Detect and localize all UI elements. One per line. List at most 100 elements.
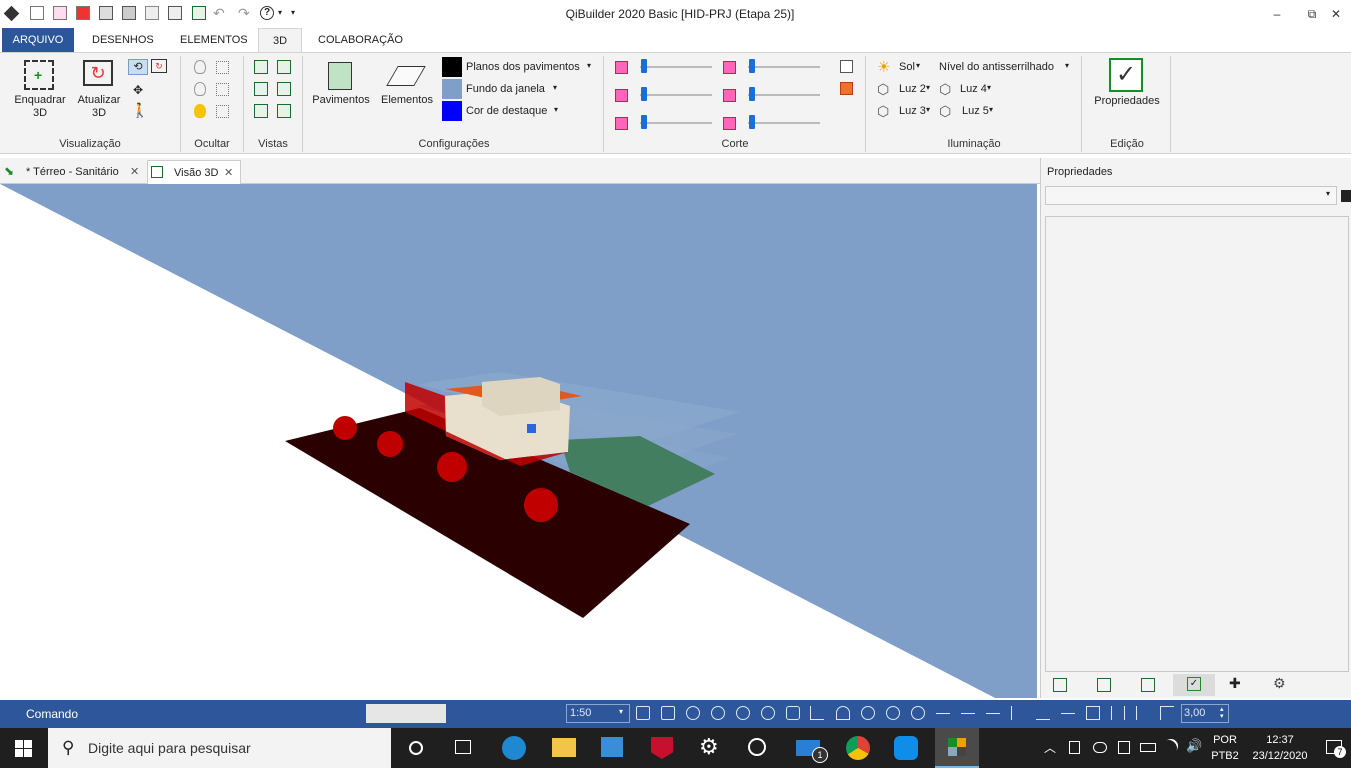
fundo-color-swatch[interactable]: [442, 79, 462, 99]
chevron-down-icon[interactable]: ▾: [916, 61, 920, 70]
fundo-janela-dropdown[interactable]: Fundo da janela: [466, 83, 545, 95]
atualizar-3d-button[interactable]: ↻ Atualizar 3D: [72, 58, 126, 122]
chevron-down-icon[interactable]: ▾: [1326, 189, 1330, 198]
properties-selector-dropdown[interactable]: ▾: [1045, 186, 1337, 205]
store-icon[interactable]: [601, 737, 623, 757]
hide-grid-icon-3[interactable]: [216, 105, 229, 118]
save-icon[interactable]: [99, 6, 113, 20]
tab-visao-3d[interactable]: Visão 3D ✕: [147, 160, 241, 184]
new-icon[interactable]: [30, 6, 44, 20]
spinner-arrows-icon[interactable]: ▴ ▾: [1220, 706, 1224, 720]
snap-nearest-icon[interactable]: [1061, 713, 1075, 727]
close-icon[interactable]: ✕: [130, 160, 139, 184]
chevron-down-icon[interactable]: ▾: [987, 83, 991, 92]
cortana-icon[interactable]: [409, 741, 423, 755]
scale-dropdown[interactable]: 1:50 ▾: [566, 704, 630, 723]
print-preview-icon[interactable]: [145, 6, 159, 20]
3d-viewport[interactable]: [0, 184, 1037, 698]
panel-tab-2-icon[interactable]: [1097, 678, 1111, 692]
command-input[interactable]: [366, 704, 446, 723]
print-icon[interactable]: [168, 6, 182, 20]
search-box[interactable]: ⚲ Digite aqui para pesquisar: [48, 728, 391, 768]
cut-x2-slider-track[interactable]: [748, 66, 820, 68]
panel-tab-settings-icon[interactable]: ⚙: [1273, 676, 1286, 690]
light-5-icon[interactable]: ⬡: [939, 104, 954, 119]
sun-icon[interactable]: ☀: [877, 60, 892, 75]
chevron-down-icon[interactable]: ▾: [554, 105, 558, 114]
file-explorer-icon[interactable]: [552, 738, 576, 757]
hide-light-icon-2[interactable]: [194, 82, 206, 96]
open-icon[interactable]: [53, 6, 67, 20]
panel-tab-3-icon[interactable]: [1141, 678, 1155, 692]
cut-x2-slider-thumb[interactable]: [749, 59, 755, 73]
planos-color-swatch[interactable]: [442, 57, 462, 77]
light-4-icon[interactable]: ⬡: [939, 82, 954, 97]
chevron-down-icon[interactable]: ▾: [587, 61, 591, 70]
chevron-down-icon[interactable]: ▾: [926, 83, 930, 92]
help-icon[interactable]: ?: [260, 6, 274, 20]
mcafee-icon[interactable]: [651, 737, 673, 759]
feedback-search-icon[interactable]: [748, 738, 766, 756]
tab-colaboracao[interactable]: COLABORAÇÃO: [308, 28, 413, 52]
language-indicator[interactable]: POR PTB2: [1210, 732, 1240, 764]
zoom-extents-icon[interactable]: [661, 706, 675, 720]
cut-y2-icon[interactable]: [723, 89, 736, 102]
cut-y-slider-thumb[interactable]: [641, 87, 647, 101]
tray-app-icon-3[interactable]: [1118, 741, 1130, 754]
light-2-icon[interactable]: ⬡: [877, 82, 892, 97]
snap-center-icon[interactable]: [886, 706, 900, 720]
snap-line-icon[interactable]: [986, 713, 1000, 727]
planos-pavimentos-dropdown[interactable]: Planos dos pavimentos: [466, 61, 580, 73]
show-hidden-icons-icon[interactable]: ︿: [1044, 739, 1056, 756]
cut-y-slider-track[interactable]: [640, 94, 712, 96]
help-dropdown-icon[interactable]: ▾: [278, 6, 292, 20]
walk-person-icon[interactable]: 🚶: [131, 101, 148, 119]
luz-2-dropdown[interactable]: Luz 2: [899, 83, 926, 95]
bulb-icon[interactable]: [194, 104, 206, 118]
minimize-button[interactable]: –: [1262, 4, 1292, 24]
snap-extension-icon[interactable]: [1086, 706, 1100, 720]
settings-icon[interactable]: ⚙: [699, 734, 719, 760]
cut-z-slider-thumb[interactable]: [641, 115, 647, 129]
elementos-button[interactable]: Elementos: [376, 58, 438, 118]
snap-circle-icon[interactable]: [911, 706, 925, 720]
save-all-icon[interactable]: [122, 6, 136, 20]
cut-box-outline-icon[interactable]: [840, 60, 853, 73]
hide-grid-icon-2[interactable]: [216, 83, 229, 96]
cut-z-slider-track[interactable]: [640, 122, 712, 124]
clock[interactable]: 12:37 23/12/2020: [1244, 732, 1316, 764]
chevron-down-icon[interactable]: ▾: [989, 105, 993, 114]
enquadrar-3d-button[interactable]: + Enquadrar 3D: [8, 58, 72, 122]
edge-browser-icon[interactable]: [502, 736, 526, 760]
cut-x2-icon[interactable]: [723, 61, 736, 74]
chevron-down-icon[interactable]: ▾: [553, 83, 557, 92]
properties-settings-icon[interactable]: [1341, 190, 1351, 202]
magnet-icon[interactable]: [836, 706, 850, 720]
luz-4-dropdown[interactable]: Luz 4: [960, 83, 987, 95]
light-3-icon[interactable]: ⬡: [877, 104, 892, 119]
redo-icon[interactable]: ↷: [238, 6, 252, 20]
view-left-icon[interactable]: [254, 82, 268, 96]
close-icon[interactable]: ✕: [224, 161, 233, 185]
chevron-down-icon[interactable]: ▾: [1065, 61, 1069, 70]
view-right-icon[interactable]: [277, 82, 291, 96]
luz-5-dropdown[interactable]: Luz 5: [962, 105, 989, 117]
orbit-icon[interactable]: ⟲: [128, 59, 148, 75]
cut-z2-slider-track[interactable]: [748, 122, 820, 124]
volume-icon[interactable]: 🔊: [1186, 738, 1202, 754]
view-top-icon[interactable]: [254, 104, 268, 118]
zoom-in-icon[interactable]: [686, 706, 700, 720]
angle-icon[interactable]: [1160, 706, 1174, 720]
zoom-window-icon[interactable]: [636, 706, 650, 720]
pan-arrows-icon[interactable]: ✥: [130, 82, 146, 98]
panel-tab-1-icon[interactable]: [1053, 678, 1067, 692]
cor-destaque-dropdown[interactable]: Cor de destaque: [466, 105, 547, 117]
close-button[interactable]: ✕: [1321, 4, 1351, 24]
snap-settings-icon[interactable]: [861, 706, 875, 720]
undo-icon[interactable]: ↶: [213, 6, 227, 20]
notification-center-icon[interactable]: 7: [1326, 740, 1346, 758]
chrome-icon[interactable]: [846, 736, 870, 760]
cut-y2-slider-thumb[interactable]: [749, 87, 755, 101]
monitor-refresh-icon[interactable]: ↻: [151, 59, 167, 73]
snap-perpendicular-icon[interactable]: [1036, 706, 1050, 720]
